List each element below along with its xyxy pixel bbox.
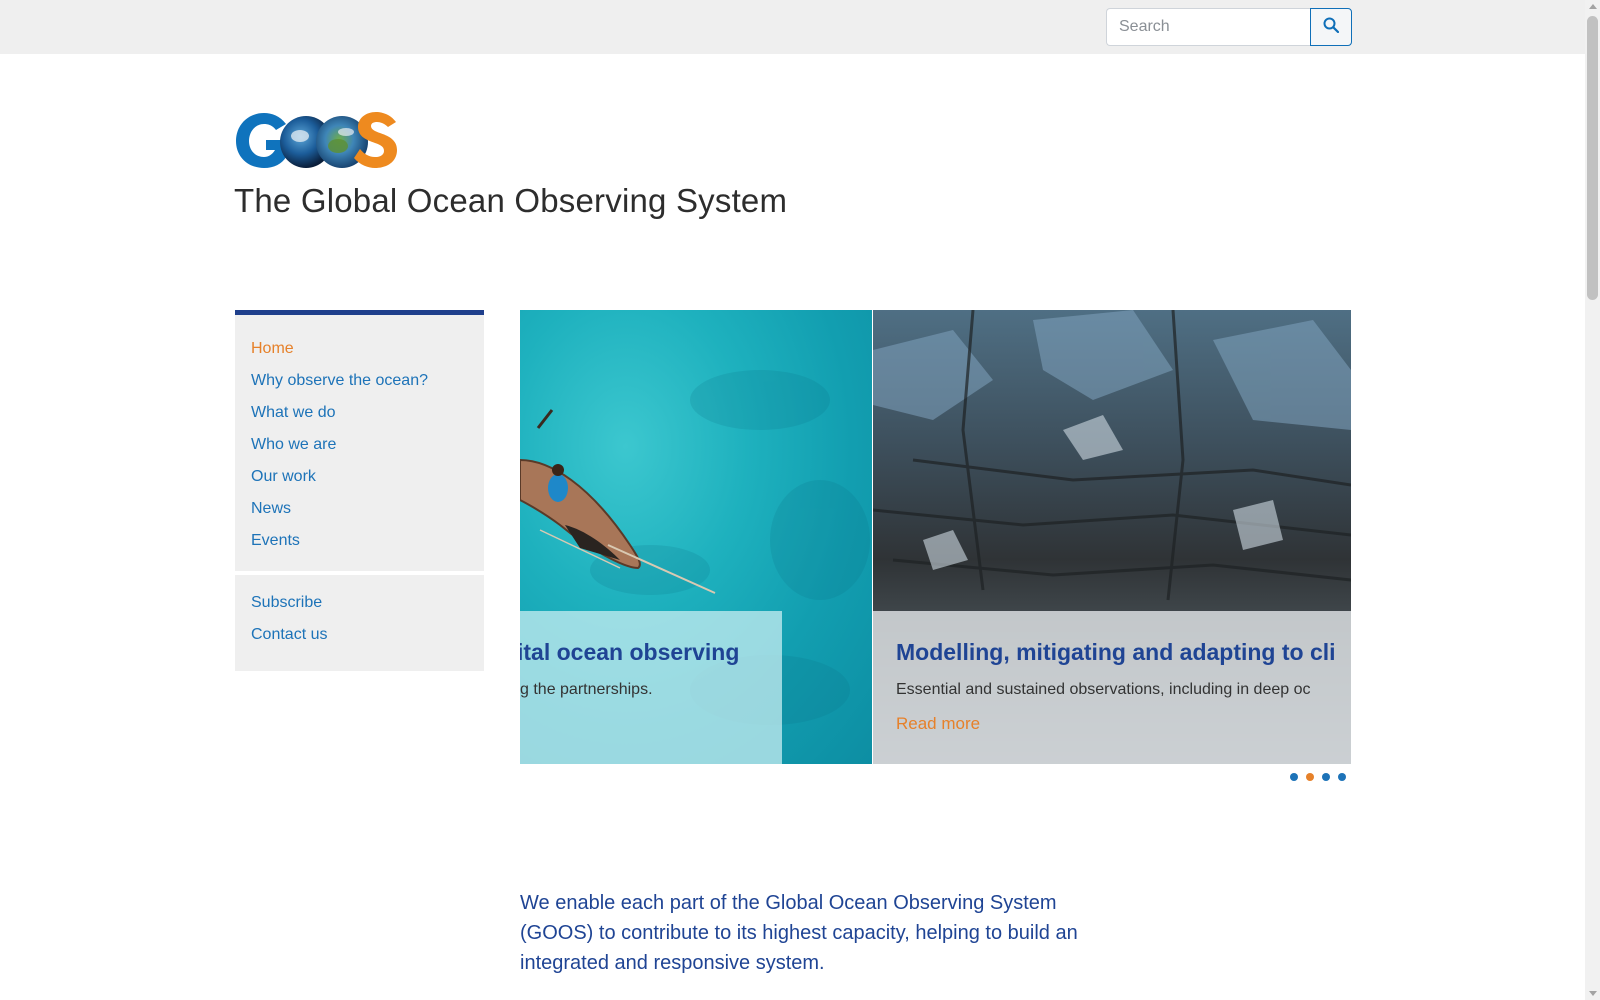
search-form <box>1106 8 1352 46</box>
carousel-slide-text: Essential and sustained observations, in… <box>896 681 1311 698</box>
sidebar-item-events[interactable]: Events <box>251 525 468 557</box>
carousel-slide-ocean[interactable]: ital ocean observing g the partnerships. <box>520 310 872 764</box>
goos-logo[interactable] <box>234 110 400 170</box>
sidebar-item-contact-us[interactable]: Contact us <box>251 619 468 651</box>
carousel-pagination <box>1290 773 1346 781</box>
sidebar-item-news[interactable]: News <box>251 493 468 525</box>
carousel-slide-title: Modelling, mitigating and adapting to cl… <box>896 639 1336 665</box>
site-title: The Global Ocean Observing System <box>234 182 788 219</box>
sidebar-item-home[interactable]: Home <box>251 333 468 365</box>
carousel-slide-text: g the partnerships. <box>520 681 653 698</box>
search-icon <box>1323 17 1340 38</box>
carousel-dot-3[interactable] <box>1322 773 1330 781</box>
carousel-dot-2[interactable] <box>1306 773 1314 781</box>
sidebar-item-why-observe[interactable]: Why observe the ocean? <box>251 365 468 397</box>
carousel-slide-title: ital ocean observing <box>520 639 740 665</box>
carousel-dot-4[interactable] <box>1338 773 1346 781</box>
search-button[interactable] <box>1310 8 1352 46</box>
scroll-down-arrow-icon[interactable] <box>1589 991 1597 996</box>
sidebar-item-subscribe[interactable]: Subscribe <box>251 587 468 619</box>
carousel-dot-1[interactable] <box>1290 773 1298 781</box>
sidebar-secondary-nav: Subscribe Contact us <box>235 575 484 671</box>
top-bar <box>0 0 1585 54</box>
carousel-caption-active: Modelling, mitigating and adapting to cl… <box>873 611 1351 764</box>
carousel-slide-glacier[interactable]: Modelling, mitigating and adapting to cl… <box>873 310 1351 764</box>
intro-text: We enable each part of the Global Ocean … <box>520 892 1078 974</box>
page-scrollbar[interactable] <box>1585 0 1600 1000</box>
read-more-link[interactable]: Read more <box>896 714 980 734</box>
sidebar-item-our-work[interactable]: Our work <box>251 461 468 493</box>
scroll-up-arrow-icon[interactable] <box>1589 4 1597 9</box>
hero-carousel: ital ocean observing g the partnerships. <box>520 310 1351 764</box>
sidebar-nav: Home Why observe the ocean? What we do W… <box>235 310 484 571</box>
carousel-caption: ital ocean observing g the partnerships. <box>520 611 782 764</box>
sidebar-item-who-we-are[interactable]: Who we are <box>251 429 468 461</box>
scrollbar-thumb[interactable] <box>1587 16 1598 300</box>
search-input[interactable] <box>1106 8 1310 46</box>
sidebar-item-what-we-do[interactable]: What we do <box>251 397 468 429</box>
